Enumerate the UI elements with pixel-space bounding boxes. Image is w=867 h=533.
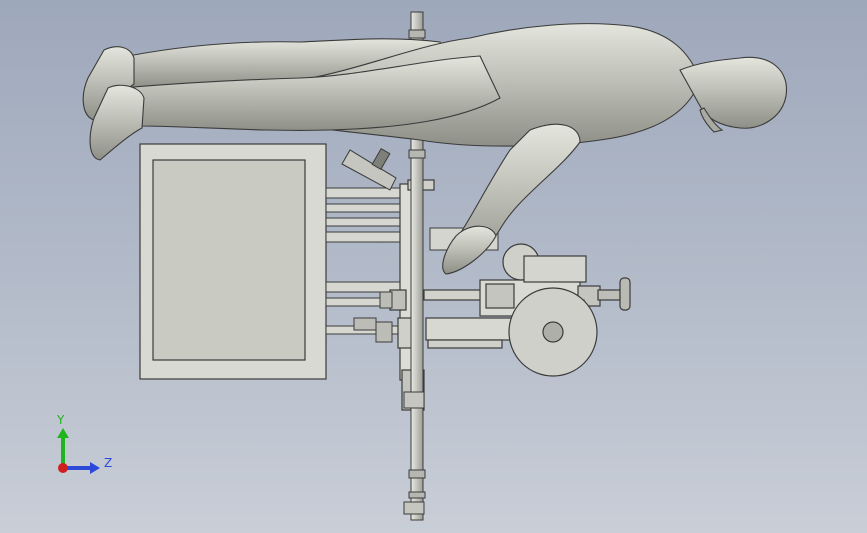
y-axis-label: Y <box>57 413 65 427</box>
slide-rails <box>325 187 403 335</box>
motor-wheel <box>502 243 598 377</box>
support-bracket <box>341 148 397 191</box>
z-axis-label: Z <box>104 456 113 470</box>
assembly-model[interactable] <box>0 0 867 533</box>
coordinate-triad: Y Z <box>48 412 118 482</box>
mounting-panel <box>139 143 327 380</box>
cad-viewport[interactable]: Y Z <box>0 0 867 533</box>
x-axis-origin <box>58 463 68 473</box>
